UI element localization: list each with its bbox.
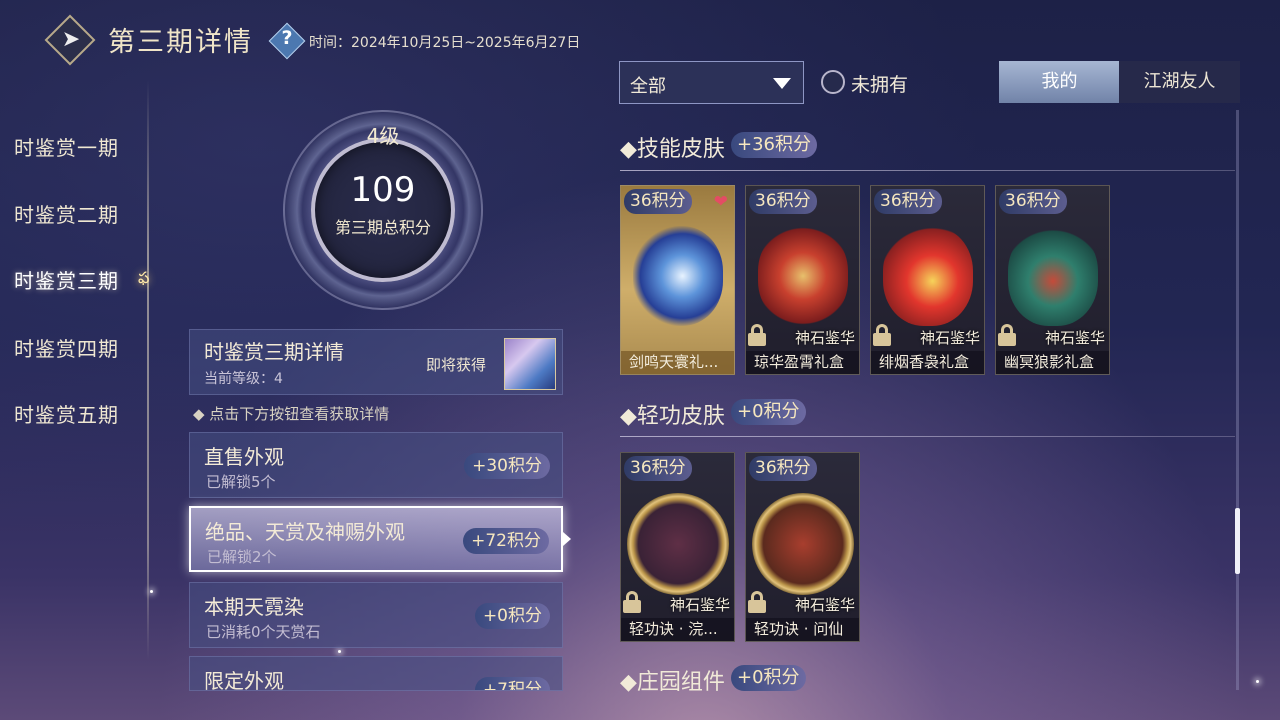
category-direct-sale[interactable]: 直售外观 已解锁5个 +30积分 bbox=[189, 432, 563, 498]
category-subtitle: 已消耗0个天赏石 bbox=[206, 623, 321, 641]
card-points-badge: 36积分 bbox=[624, 189, 692, 214]
category-points-badge: +7积分 bbox=[474, 677, 550, 690]
category-title: 绝品、天赏及神赐外观 bbox=[205, 520, 405, 544]
card-name: 轻功诀 · 问仙 bbox=[746, 618, 859, 641]
category-points-badge: +30积分 bbox=[464, 453, 550, 479]
card-name: 幽冥狼影礼盒 bbox=[996, 351, 1109, 374]
skin-artwork bbox=[883, 226, 973, 326]
score-medallion bbox=[311, 138, 455, 282]
card-source: 神石鉴华 bbox=[919, 329, 980, 347]
card-source: 神石鉴华 bbox=[794, 596, 855, 614]
back-arrow-icon[interactable]: ➤ bbox=[56, 28, 86, 52]
star-decoration bbox=[1256, 680, 1259, 683]
card-name: 绯烟香袅礼盒 bbox=[871, 351, 984, 374]
selection-arrow-icon bbox=[563, 532, 571, 546]
level-label: 4级 bbox=[366, 124, 400, 148]
card-source: 神石鉴华 bbox=[794, 329, 855, 347]
category-title: 限定外观 bbox=[204, 669, 284, 691]
card-points-badge: 36积分 bbox=[999, 189, 1067, 214]
tab-mine[interactable]: 我的 bbox=[999, 61, 1120, 103]
lock-icon bbox=[873, 324, 891, 346]
skin-card[interactable]: 36积分 神石鉴华 幽冥狼影礼盒 bbox=[995, 185, 1110, 375]
category-subtitle: 已解锁5个 bbox=[206, 473, 276, 491]
current-level: 当前等级：4 bbox=[204, 371, 283, 387]
section-title-manor-components: ◆庄园组件 bbox=[620, 670, 725, 695]
sidebar-item-period-5[interactable]: 时鉴赏五期 bbox=[14, 399, 119, 428]
card-points-badge: 36积分 bbox=[624, 456, 692, 481]
soon-reward-label: 即将获得 bbox=[426, 356, 487, 374]
filter-value: 全部 bbox=[630, 76, 666, 97]
sidebar-item-period-3[interactable]: 时鉴赏三期 bbox=[14, 265, 119, 294]
section-divider bbox=[620, 170, 1235, 171]
card-source: 神石鉴华 bbox=[1044, 329, 1105, 347]
skin-card[interactable]: 36积分 神石鉴华 琼华盈霄礼盒 bbox=[745, 185, 860, 375]
hint-text: ◆ 点击下方按钮查看获取详情 bbox=[193, 405, 390, 423]
total-score: 109 bbox=[350, 170, 416, 210]
card-name: 琼华盈霄礼盒 bbox=[746, 351, 859, 374]
category-limited[interactable]: 限定外观 +7积分 bbox=[189, 656, 563, 691]
tab-friends[interactable]: 江湖友人 bbox=[1119, 61, 1240, 103]
skin-card[interactable]: 36积分 神石鉴华 绯烟香袅礼盒 bbox=[870, 185, 985, 375]
section-divider bbox=[620, 436, 1235, 437]
card-points-badge: 36积分 bbox=[749, 456, 817, 481]
star-decoration bbox=[150, 590, 153, 593]
lock-icon bbox=[748, 591, 766, 613]
card-source: 神石鉴华 bbox=[669, 596, 730, 614]
caret-down-icon bbox=[773, 78, 791, 89]
skin-card[interactable]: 36积分 ❤ 剑鸣天寰礼... bbox=[620, 185, 735, 375]
filter-dropdown[interactable]: 全部 bbox=[619, 61, 804, 104]
section-points-badge: +0积分 bbox=[731, 665, 806, 691]
medal-artwork bbox=[752, 493, 854, 595]
lock-icon bbox=[623, 591, 641, 613]
total-score-label: 第三期总积分 bbox=[334, 218, 431, 237]
skin-artwork bbox=[633, 226, 723, 326]
section-points-badge: +36积分 bbox=[731, 132, 817, 158]
category-points-badge: +0积分 bbox=[474, 603, 550, 629]
skin-artwork bbox=[758, 226, 848, 326]
sidebar-item-period-4[interactable]: 时鉴赏四期 bbox=[14, 333, 119, 362]
category-title: 本期天霓染 bbox=[204, 595, 304, 619]
sidebar-divider bbox=[147, 80, 149, 660]
card-name: 轻功诀 · 浣... bbox=[621, 618, 734, 641]
section-points-badge: +0积分 bbox=[731, 399, 806, 425]
detail-title: 时鉴赏三期详情 bbox=[204, 340, 344, 364]
not-owned-label[interactable]: 未拥有 bbox=[851, 70, 908, 97]
card-points-badge: 36积分 bbox=[874, 189, 942, 214]
medal-artwork bbox=[627, 493, 729, 595]
category-points-badge: +72积分 bbox=[463, 528, 549, 554]
star-decoration bbox=[338, 650, 341, 653]
period-detail-panel[interactable]: 时鉴赏三期详情 当前等级：4 即将获得 bbox=[189, 329, 563, 395]
heart-icon[interactable]: ❤ bbox=[714, 192, 728, 212]
section-title-skill-skins: ◆技能皮肤 bbox=[620, 137, 725, 162]
card-points-badge: 36积分 bbox=[749, 189, 817, 214]
question-mark-icon[interactable]: ? bbox=[274, 27, 300, 55]
skin-artwork bbox=[1008, 226, 1098, 326]
skin-card[interactable]: 36积分 神石鉴华 轻功诀 · 问仙 bbox=[745, 452, 860, 642]
not-owned-radio[interactable] bbox=[821, 70, 845, 94]
active-marker-icon: ఫ bbox=[138, 268, 150, 287]
lock-icon bbox=[998, 324, 1016, 346]
scrollbar-track[interactable] bbox=[1236, 110, 1239, 690]
category-subtitle: 已解锁2个 bbox=[207, 548, 277, 566]
section-title-qinggong-skins: ◆轻功皮肤 bbox=[620, 404, 725, 429]
period-time-label: 时间：2024年10月25日~2025年6月27日 bbox=[309, 35, 581, 51]
sidebar-item-period-2[interactable]: 时鉴赏二期 bbox=[14, 199, 119, 228]
skin-card[interactable]: 36积分 神石鉴华 轻功诀 · 浣... bbox=[620, 452, 735, 642]
lock-icon bbox=[748, 324, 766, 346]
page-title: 第三期详情 bbox=[108, 27, 253, 58]
scrollbar-thumb[interactable] bbox=[1235, 508, 1240, 574]
category-title: 直售外观 bbox=[204, 445, 284, 469]
reward-thumbnail[interactable] bbox=[504, 338, 556, 390]
card-name: 剑鸣天寰礼... bbox=[621, 351, 734, 374]
sidebar-item-period-1[interactable]: 时鉴赏一期 bbox=[14, 132, 119, 161]
category-dye[interactable]: 本期天霓染 已消耗0个天赏石 +0积分 bbox=[189, 582, 563, 648]
category-premium[interactable]: 绝品、天赏及神赐外观 已解锁2个 +72积分 bbox=[189, 506, 563, 572]
